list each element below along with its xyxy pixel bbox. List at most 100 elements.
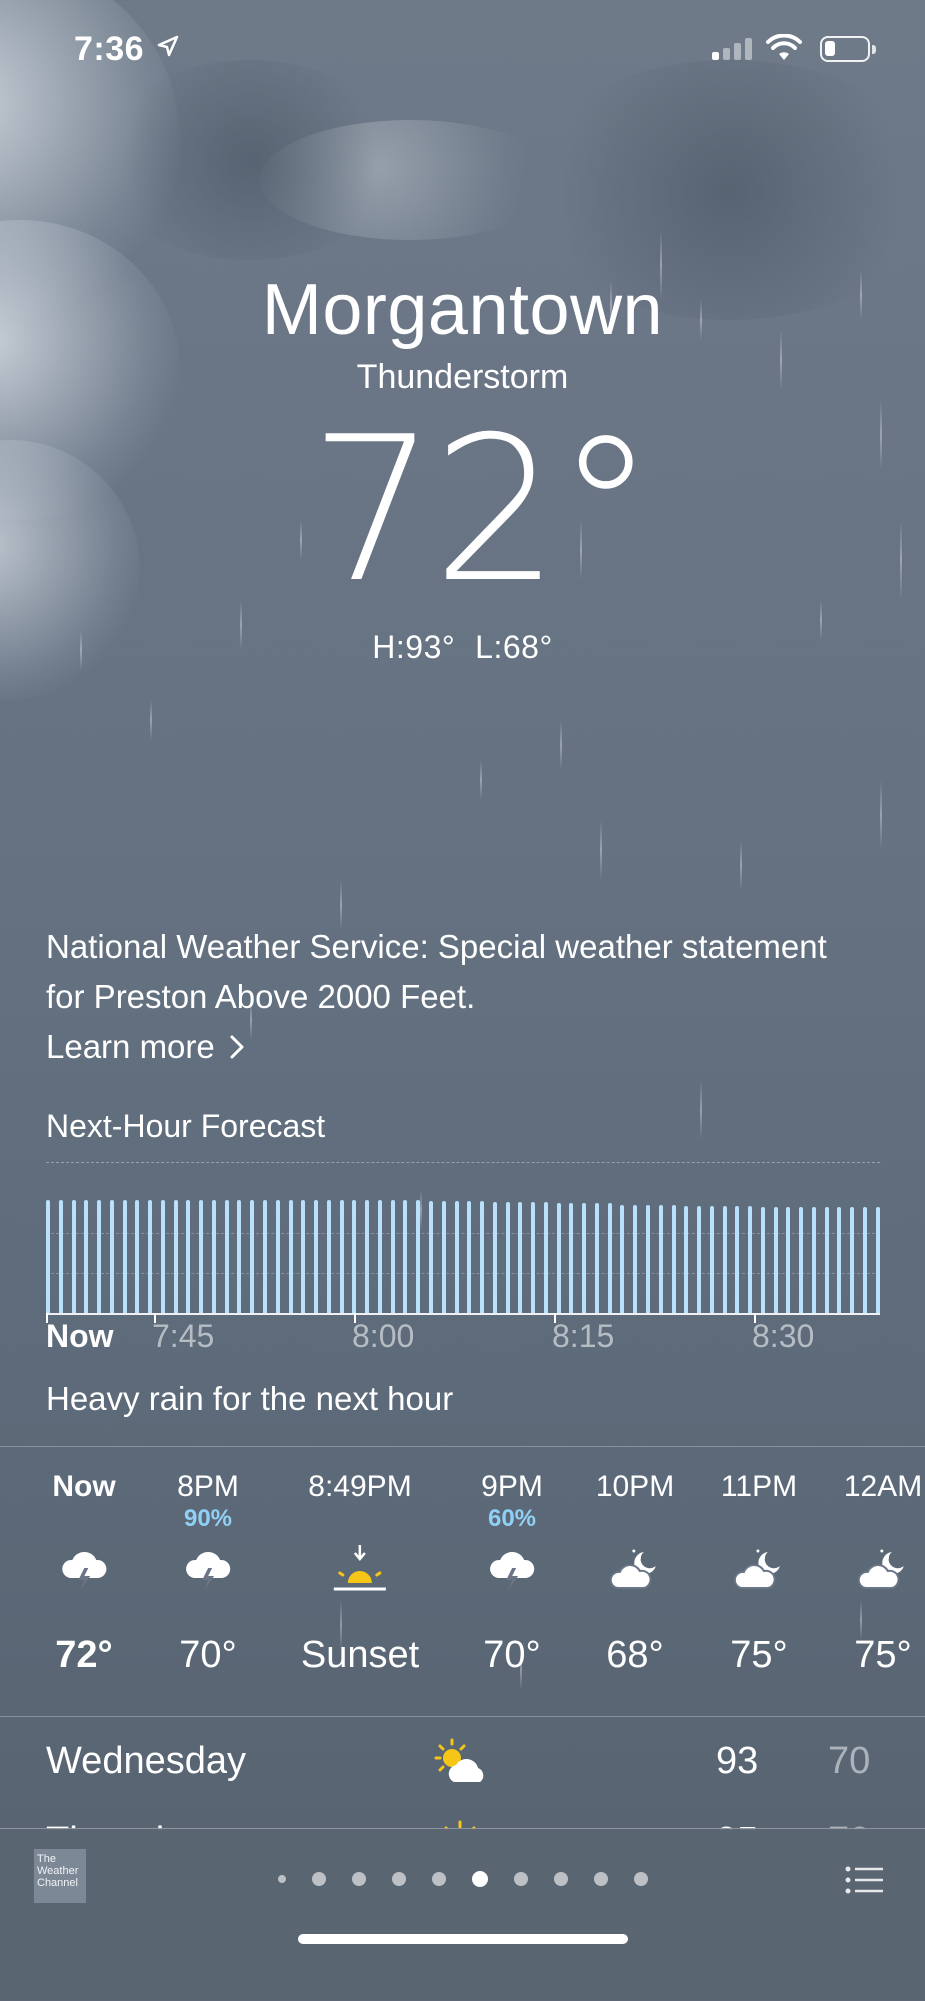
- weather-alert[interactable]: National Weather Service: Special weathe…: [46, 922, 866, 1072]
- precip-bar: [799, 1207, 804, 1313]
- precip-bar: [441, 1201, 446, 1313]
- hour-column: 8:49PM Sunset: [301, 1470, 419, 1677]
- precip-bar: [109, 1200, 114, 1313]
- hourly-forecast[interactable]: Now 72° 8PM 90% 70° 8:49PM Sunset 9PM 60% 70° 10PM…: [0, 1470, 925, 1676]
- precip-bar: [135, 1200, 140, 1313]
- daily-row: Wednesday 93 70: [0, 1730, 925, 1802]
- hour-temp: Sunset: [300, 1634, 420, 1676]
- sunset-icon: [301, 1540, 419, 1600]
- hour-column: Now 72°: [52, 1470, 115, 1677]
- precip-bar: [824, 1207, 829, 1313]
- time-label: Now: [46, 1318, 114, 1354]
- next-hour-chart[interactable]: [46, 1195, 880, 1323]
- partly-cloudy-night-icon: [596, 1540, 674, 1600]
- wifi-icon: [766, 34, 802, 60]
- precip-bar: [492, 1202, 497, 1313]
- page-dot[interactable]: [392, 1872, 406, 1886]
- precip-bar: [709, 1206, 714, 1313]
- next-hour-summary: Heavy rain for the next hour: [46, 1380, 454, 1417]
- hour-temp: 72°: [55, 1634, 113, 1676]
- chevron-right-icon: [230, 1035, 244, 1059]
- hour-column: 10PM 68°: [596, 1470, 674, 1677]
- page-dot[interactable]: [514, 1872, 528, 1886]
- precip-bar: [633, 1205, 638, 1313]
- precip-bar: [326, 1200, 331, 1313]
- learn-more-link[interactable]: Learn more: [46, 1022, 245, 1072]
- partly-sunny-icon: [434, 1738, 484, 1782]
- bottom-toolbar: The Weather Channel: [0, 1828, 925, 2001]
- time-label: 8:00: [352, 1318, 415, 1354]
- status-time: 7:36: [74, 30, 145, 68]
- home-indicator[interactable]: [298, 1934, 628, 1944]
- precip-bar: [607, 1203, 612, 1313]
- page-dot[interactable]: [432, 1872, 446, 1886]
- precip-bar: [671, 1205, 676, 1313]
- precip-bar: [237, 1200, 242, 1313]
- precip-bar: [556, 1203, 561, 1313]
- precip-bar: [748, 1206, 753, 1313]
- thunderstorm-icon: [177, 1540, 239, 1600]
- status-bar: 7:36: [0, 0, 925, 100]
- precip-bar: [811, 1207, 816, 1313]
- hour-time: 12AM: [843, 1470, 923, 1503]
- hour-temp: 70°: [179, 1634, 237, 1676]
- precip-bar: [684, 1206, 689, 1313]
- high-low: H:93° L:68°: [0, 629, 925, 666]
- precip-chance: [844, 1504, 922, 1534]
- high-temp: H:93°: [372, 629, 456, 665]
- precip-bar: [569, 1203, 574, 1313]
- precip-bar: [863, 1207, 867, 1313]
- daily-row: Thursday 95 70: [0, 1810, 925, 1830]
- daily-forecast[interactable]: Wednesday 93 70 Thursday 95 70: [0, 1730, 925, 1830]
- cellular-signal-icon: [712, 38, 752, 60]
- section-divider: [0, 1716, 925, 1717]
- precip-bar: [735, 1206, 740, 1313]
- precip-bar: [428, 1201, 433, 1313]
- precip-bar: [467, 1201, 472, 1313]
- precipitation-bars: [46, 1198, 880, 1313]
- precip-bar: [71, 1200, 76, 1313]
- precip-bar: [543, 1202, 548, 1313]
- precip-bar: [786, 1207, 791, 1313]
- location-arrow-icon: [157, 35, 179, 57]
- precip-bar: [148, 1200, 153, 1313]
- next-hour-divider: [46, 1162, 880, 1163]
- hour-temp: 75°: [854, 1634, 912, 1676]
- page-dot[interactable]: [352, 1872, 366, 1886]
- precip-bar: [301, 1200, 306, 1313]
- hour-time: Now: [52, 1470, 116, 1503]
- page-dot[interactable]: [472, 1871, 488, 1887]
- city-name: Morgantown: [261, 270, 664, 350]
- location-arrow-dot[interactable]: [278, 1875, 286, 1883]
- list-icon[interactable]: [845, 1865, 885, 1895]
- hour-temp: 70°: [483, 1634, 541, 1676]
- hour-time: 11PM: [720, 1470, 798, 1503]
- precip-bar: [850, 1207, 855, 1313]
- precip-bar: [760, 1207, 765, 1313]
- precip-bar: [531, 1202, 536, 1313]
- precip-chance: 90%: [183, 1505, 233, 1532]
- precip-bar: [518, 1202, 523, 1313]
- battery-level: [825, 41, 835, 56]
- low-temp: L:68°: [475, 629, 553, 665]
- precip-bar: [275, 1200, 280, 1313]
- weather-channel-logo[interactable]: The Weather Channel: [34, 1849, 86, 1903]
- current-temperature: 72°: [309, 394, 656, 627]
- partly-cloudy-night-icon: [721, 1540, 797, 1600]
- precip-bar: [620, 1205, 625, 1313]
- precip-bar: [377, 1200, 382, 1313]
- precip-bar: [97, 1200, 102, 1313]
- precip-bar: [505, 1202, 510, 1313]
- precip-bar: [594, 1203, 599, 1313]
- precip-bar: [697, 1206, 702, 1313]
- precip-bar: [582, 1203, 587, 1313]
- precip-bar: [263, 1200, 268, 1313]
- page-dot[interactable]: [554, 1872, 568, 1886]
- day-name: Wednesday: [46, 1740, 246, 1782]
- page-indicator[interactable]: [278, 1871, 674, 1887]
- page-dot[interactable]: [594, 1872, 608, 1886]
- precip-bar: [250, 1200, 255, 1313]
- page-dot[interactable]: [312, 1872, 326, 1886]
- hour-time: 9PM: [481, 1470, 543, 1503]
- page-dot[interactable]: [634, 1872, 648, 1886]
